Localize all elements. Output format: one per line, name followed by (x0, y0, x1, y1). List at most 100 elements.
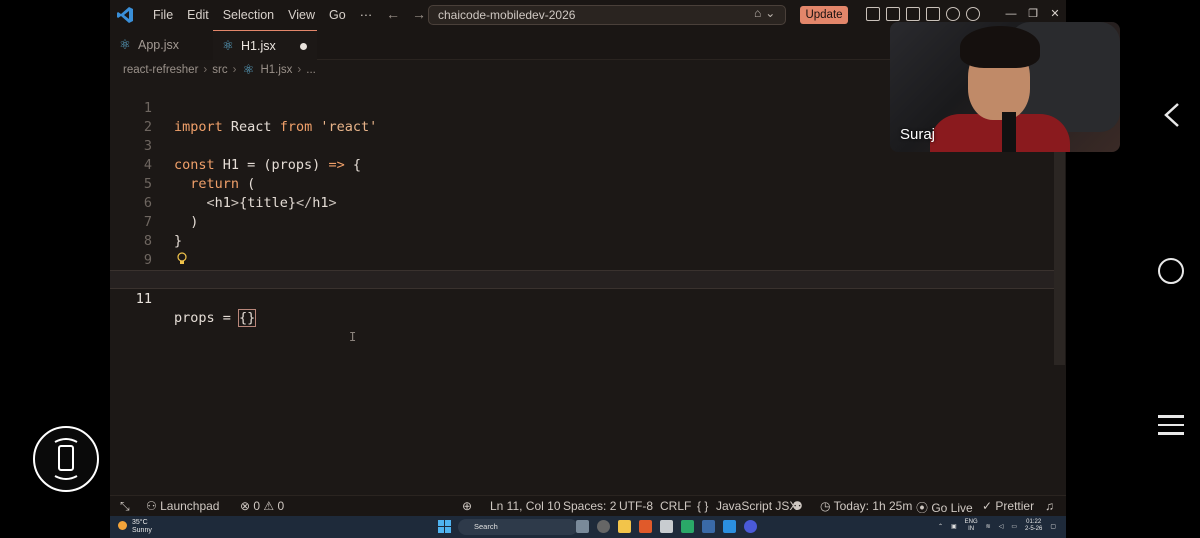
code-line[interactable]: 10 (110, 251, 1054, 287)
forward-arrow-icon[interactable]: → (412, 6, 426, 22)
layout-icon[interactable] (866, 7, 880, 21)
sheets-icon[interactable] (681, 520, 694, 533)
screen: File Edit Selection View Go ··· ← → chai… (0, 0, 1200, 538)
webcam-overlay: Suraj (890, 22, 1120, 152)
task-view-icon[interactable] (576, 520, 589, 533)
chevron-right-icon: › (203, 64, 208, 76)
menu-file[interactable]: File (146, 8, 180, 22)
person-hair (960, 26, 1040, 68)
windows-taskbar: 35°C Sunny Search ⌃ ▣ ENG IN ≋ ◁ ▭ 01:22… (110, 516, 1066, 538)
taskbar-apps (576, 520, 757, 533)
back-arrow-icon[interactable]: ← (386, 6, 400, 22)
wifi-icon[interactable]: ≋ (986, 523, 991, 530)
go-live-label: Go Live (931, 501, 973, 515)
menu-bar: File Edit Selection View Go ··· (146, 0, 379, 30)
search-placeholder: Search (474, 522, 498, 531)
unsaved-dot-icon[interactable] (300, 43, 307, 50)
copilot-controls: ⌂ ⌄ (754, 6, 775, 20)
code-line[interactable]: 7 } (110, 194, 1054, 249)
code-line[interactable]: 9 export default H1 (110, 232, 1054, 287)
indentation[interactable]: Spaces: 2 (563, 499, 616, 513)
recents-nav-icon[interactable] (1158, 415, 1184, 441)
breadcrumb-folder[interactable]: src (212, 64, 227, 76)
code-line[interactable]: 5 <h1>{title}</h1> (110, 156, 1054, 211)
taskbar-search-input[interactable]: Search (458, 519, 578, 535)
prettier-item[interactable]: ✓ Prettier (982, 499, 1034, 513)
breadcrumb-file[interactable]: H1.jsx (260, 64, 292, 76)
menu-selection[interactable]: Selection (216, 8, 281, 22)
code-line-current[interactable]: 11 props = {} (110, 270, 1054, 327)
react-icon: ⚛ (242, 62, 255, 77)
clock[interactable]: 01:22 2-5-26 (1025, 519, 1042, 533)
tab-label: App.jsx (138, 38, 179, 52)
zoom-icon[interactable]: ⊕ (462, 499, 472, 513)
error-count: 0 (253, 499, 261, 513)
lightbulb-icon[interactable] (177, 252, 187, 265)
prettier-label: Prettier (995, 499, 1035, 513)
cursor-position[interactable]: Ln 11, Col 10 (490, 499, 561, 513)
code-line[interactable]: 6 ) (110, 175, 1054, 230)
chevron-right-icon: › (297, 64, 302, 76)
toggle-sidebar-icon[interactable] (886, 7, 900, 21)
windows-start-icon[interactable] (438, 520, 451, 533)
brave-browser-icon[interactable] (639, 520, 652, 533)
menu-edit[interactable]: Edit (180, 8, 216, 22)
status-bar: ⤡ ⚇ Launchpad ⊗ 0 ⚠ 0 ⊕ Ln 11, Col 10 Sp… (110, 495, 1066, 516)
vscode-logo-icon[interactable] (116, 6, 134, 24)
language-indicator[interactable]: ENG IN (965, 519, 978, 533)
tray-app-icon[interactable]: ▣ (951, 523, 957, 530)
react-icon: ⚛ (222, 37, 234, 53)
line-ending[interactable]: CRLF (660, 499, 691, 513)
copilot-icon[interactable]: ⌂ (754, 6, 761, 20)
notifications-bell-icon[interactable]: ♫ (1045, 499, 1054, 513)
tab-app-jsx[interactable]: ⚛ App.jsx (110, 30, 213, 60)
toggle-panel-icon[interactable] (906, 7, 920, 21)
microphone (1002, 112, 1016, 152)
menu-go[interactable]: Go (322, 8, 353, 22)
system-tray: ⌃ ▣ ENG IN ≋ ◁ ▭ 01:22 2-5-26 ▢ (938, 519, 1056, 533)
update-button[interactable]: Update (800, 6, 848, 24)
github-icon[interactable] (597, 520, 610, 533)
toggle-secondary-sidebar-icon[interactable] (926, 7, 940, 21)
command-center-input[interactable]: chaicode-mobiledev-2026 (428, 5, 786, 25)
breadcrumb: react-refresher › src › ⚛ H1.jsx › ... (123, 62, 316, 78)
battery-icon[interactable]: ▭ (1011, 523, 1017, 530)
menu-more[interactable]: ··· (353, 8, 380, 22)
webcam-name-label: Suraj (900, 126, 936, 143)
encoding[interactable]: UTF-8 (619, 499, 653, 513)
chevron-up-icon[interactable]: ⌃ (938, 523, 943, 530)
language-mode[interactable]: JavaScript JSX (716, 499, 797, 513)
back-nav-icon[interactable] (1160, 100, 1184, 130)
go-live-button[interactable]: ⦿ Go Live (916, 499, 973, 516)
lang-code: ENG (964, 519, 978, 525)
copilot-status-icon[interactable]: ⚉ (792, 499, 803, 513)
volume-icon[interactable]: ◁ (999, 523, 1004, 530)
file-explorer-icon[interactable] (618, 520, 631, 533)
launchpad-item[interactable]: ⚇ Launchpad (146, 499, 219, 513)
notepad-icon[interactable] (660, 520, 673, 533)
code-text: props = {} (174, 309, 257, 327)
account-icon[interactable] (946, 7, 960, 21)
tab-h1-jsx[interactable]: ⚛ H1.jsx (213, 30, 317, 60)
settings-gear-icon[interactable] (966, 7, 980, 21)
line-number: 11 (135, 291, 152, 307)
breadcrumb-symbol[interactable]: ... (306, 64, 316, 76)
problems-item[interactable]: ⊗ 0 ⚠ 0 (240, 499, 284, 513)
text-cursor-icon: I (349, 330, 357, 344)
launchpad-label: Launchpad (160, 499, 220, 513)
menu-view[interactable]: View (281, 8, 322, 22)
code-line[interactable]: 8 (110, 213, 1054, 249)
region-code: IN (968, 526, 975, 532)
time-tracker[interactable]: ◷ Today: 1h 25m (820, 499, 912, 513)
rotate-icon (54, 438, 78, 480)
nav-arrows: ← → (386, 6, 426, 22)
home-nav-icon[interactable] (1158, 258, 1184, 284)
remote-icon[interactable]: ⤡ (120, 499, 130, 514)
rotate-screen-button[interactable] (33, 426, 99, 492)
zoom-taskbar-icon[interactable] (744, 520, 757, 533)
vscode-taskbar-icon[interactable] (723, 520, 736, 533)
app-icon[interactable] (702, 520, 715, 533)
notification-icon[interactable]: ▢ (1050, 523, 1056, 530)
breadcrumb-folder[interactable]: react-refresher (123, 64, 198, 76)
chevron-down-icon[interactable]: ⌄ (765, 6, 775, 20)
